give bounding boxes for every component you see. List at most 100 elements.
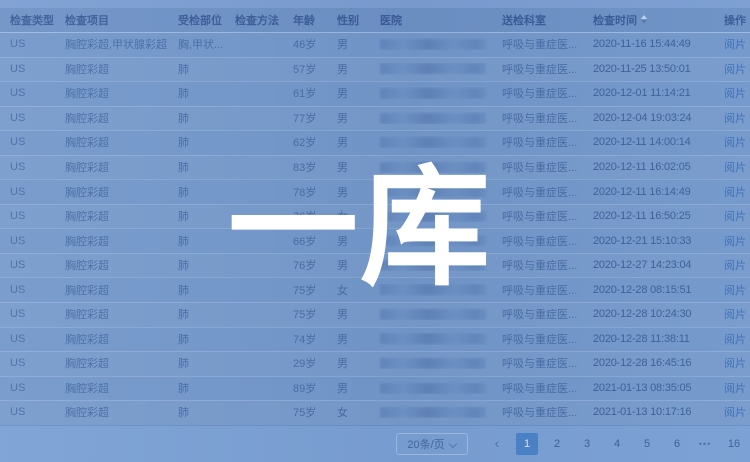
sort-icon[interactable] <box>641 15 647 24</box>
cell-item: 胸腔彩超 <box>55 306 168 322</box>
table-header-row: 检查类型 检查项目 受检部位 检查方法 年龄 性别 医院 送检科室 检查时间 操… <box>0 8 750 32</box>
cell-dept: 呼吸与重症医... <box>492 61 583 77</box>
caret-up-icon <box>641 15 647 19</box>
cell-action: 阅片 <box>714 134 750 150</box>
cell-gender: 男 <box>327 159 370 175</box>
cell-part: 肺 <box>168 380 225 396</box>
view-images-link[interactable]: 阅片 <box>724 187 746 199</box>
page-button-last[interactable]: 16 <box>722 433 746 455</box>
view-images-link[interactable]: 阅片 <box>724 211 746 223</box>
cell-age: 76岁 <box>283 257 327 273</box>
cell-hospital <box>370 357 492 369</box>
page-size-select[interactable]: 20条/页 <box>396 433 468 455</box>
cell-part: 肺 <box>168 159 225 175</box>
cell-action: 阅片 <box>714 110 750 126</box>
cell-item: 胸腔彩超 <box>55 208 168 224</box>
page-button-5[interactable]: 5 <box>636 433 658 455</box>
view-images-link[interactable]: 阅片 <box>724 236 746 248</box>
cell-hospital <box>370 136 492 148</box>
page-button-2[interactable]: 2 <box>546 433 568 455</box>
cell-type: US <box>0 382 55 394</box>
cell-time: 2020-12-01 11:14:21 <box>583 87 714 99</box>
view-images-link[interactable]: 阅片 <box>724 285 746 297</box>
hospital-redacted-bar <box>380 162 486 173</box>
cell-item: 胸腔彩超 <box>55 85 168 101</box>
cell-hospital <box>370 259 492 271</box>
cell-hospital <box>370 38 492 50</box>
cell-dept: 呼吸与重症医... <box>492 404 583 420</box>
cell-age: 89岁 <box>283 380 327 396</box>
view-images-link[interactable]: 阅片 <box>724 88 746 100</box>
hospital-redacted-bar <box>380 63 486 74</box>
cell-dept: 呼吸与重症医... <box>492 282 583 298</box>
cell-part: 胸,甲状... <box>168 36 225 52</box>
cell-dept: 呼吸与重症医... <box>492 36 583 52</box>
view-images-link[interactable]: 阅片 <box>724 383 746 395</box>
view-images-link[interactable]: 阅片 <box>724 64 746 76</box>
cell-time: 2020-12-28 11:38:11 <box>583 333 714 345</box>
table-row: US胸腔彩超肺74岁男呼吸与重症医...2020-12-28 11:38:11阅… <box>0 327 750 352</box>
cell-age: 29岁 <box>283 355 327 371</box>
page-button-3[interactable]: 3 <box>576 433 598 455</box>
cell-part: 肺 <box>168 257 225 273</box>
cell-action: 阅片 <box>714 331 750 347</box>
cell-hospital <box>370 308 492 320</box>
cell-hospital <box>370 406 492 418</box>
cell-part: 肺 <box>168 355 225 371</box>
cell-age: 75岁 <box>283 306 327 322</box>
page-button-1[interactable]: 1 <box>516 433 538 455</box>
col-header-actions: 操作 <box>714 12 750 28</box>
cell-item: 胸腔彩超,甲状腺彩超 <box>55 36 168 52</box>
cell-gender: 女 <box>327 208 370 224</box>
view-images-link[interactable]: 阅片 <box>724 309 746 321</box>
cell-gender: 男 <box>327 36 370 52</box>
view-images-link[interactable]: 阅片 <box>724 358 746 370</box>
view-images-link[interactable]: 阅片 <box>724 39 746 51</box>
cell-time: 2020-12-27 14:23:04 <box>583 259 714 271</box>
view-images-link[interactable]: 阅片 <box>724 137 746 149</box>
cell-dept: 呼吸与重症医... <box>492 355 583 371</box>
page-button-4[interactable]: 4 <box>606 433 628 455</box>
cell-gender: 男 <box>327 257 370 273</box>
cell-type: US <box>0 210 55 222</box>
pagination-ellipsis[interactable]: ••• <box>696 433 714 455</box>
cell-type: US <box>0 235 55 247</box>
cell-age: 57岁 <box>283 61 327 77</box>
view-images-link[interactable]: 阅片 <box>724 407 746 419</box>
view-images-link[interactable]: 阅片 <box>724 260 746 272</box>
view-images-link[interactable]: 阅片 <box>724 334 746 346</box>
table-row: US胸腔彩超肺83岁男呼吸与重症医...2020-12-11 16:02:05阅… <box>0 155 750 180</box>
cell-age: 76岁 <box>283 208 327 224</box>
hospital-redacted-bar <box>380 39 486 50</box>
view-images-link[interactable]: 阅片 <box>724 113 746 125</box>
col-header-exam-time[interactable]: 检查时间 <box>583 12 714 28</box>
cell-gender: 女 <box>327 282 370 298</box>
table-row: US胸腔彩超肺62岁男呼吸与重症医...2020-12-11 14:00:14阅… <box>0 130 750 155</box>
col-header-exam-method: 检查方法 <box>225 12 283 28</box>
cell-dept: 呼吸与重症医... <box>492 331 583 347</box>
cell-dept: 呼吸与重症医... <box>492 208 583 224</box>
cell-part: 肺 <box>168 306 225 322</box>
prev-page-button[interactable]: ‹ <box>486 433 508 455</box>
hospital-redacted-bar <box>380 407 486 418</box>
cell-type: US <box>0 406 55 418</box>
cell-time: 2020-12-11 16:50:25 <box>583 210 714 222</box>
hospital-redacted-bar <box>380 284 486 295</box>
cell-type: US <box>0 136 55 148</box>
cell-age: 61岁 <box>283 85 327 101</box>
table-row: US胸腔彩超肺89岁男呼吸与重症医...2021-01-13 08:35:05阅… <box>0 376 750 401</box>
cell-hospital <box>370 186 492 198</box>
cell-time: 2020-12-21 15:10:33 <box>583 235 714 247</box>
hospital-redacted-bar <box>380 88 486 99</box>
page-button-6[interactable]: 6 <box>666 433 688 455</box>
col-header-exam-type: 检查类型 <box>0 12 55 28</box>
view-images-link[interactable]: 阅片 <box>724 162 746 174</box>
cell-part: 肺 <box>168 208 225 224</box>
cell-type: US <box>0 357 55 369</box>
cell-type: US <box>0 308 55 320</box>
cell-dept: 呼吸与重症医... <box>492 380 583 396</box>
cell-dept: 呼吸与重症医... <box>492 306 583 322</box>
cell-part: 肺 <box>168 110 225 126</box>
cell-part: 肺 <box>168 282 225 298</box>
cell-action: 阅片 <box>714 404 750 420</box>
